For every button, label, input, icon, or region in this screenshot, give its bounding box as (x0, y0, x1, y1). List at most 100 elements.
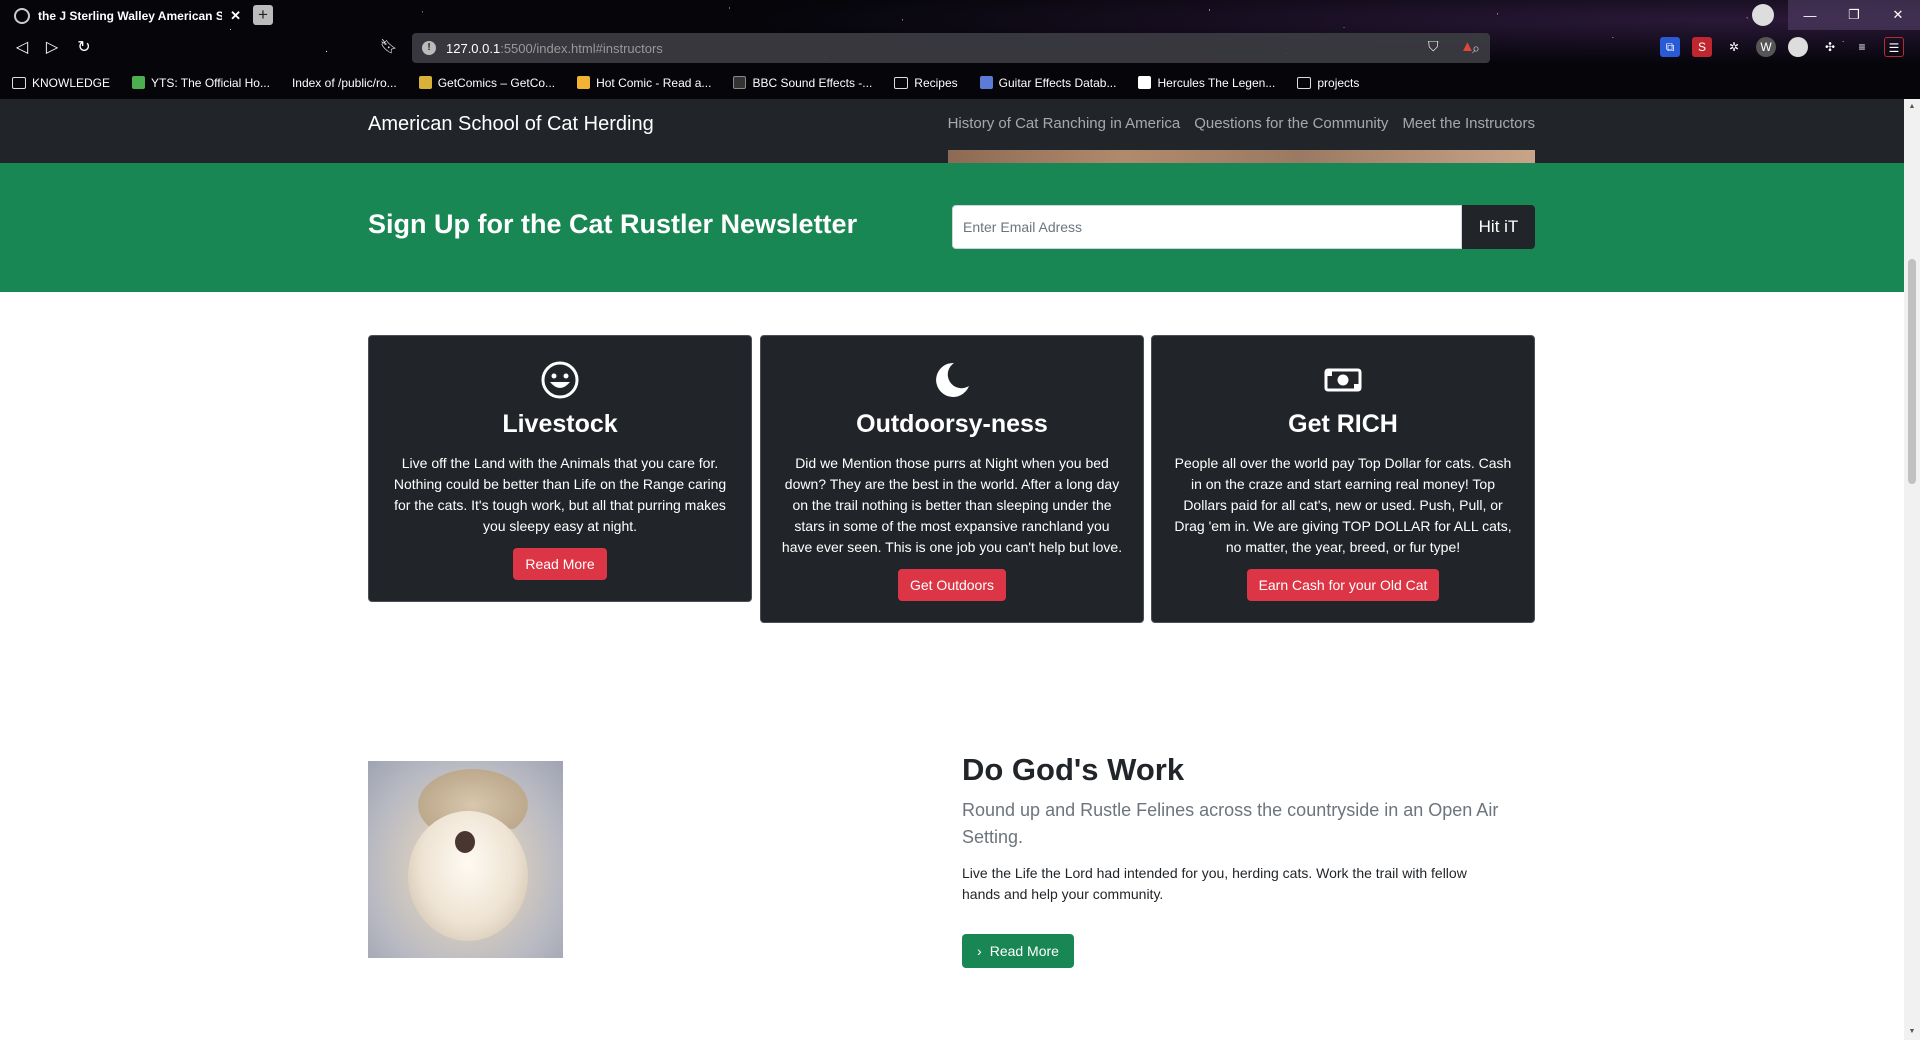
bookmark-page-icon[interactable]: 🔖︎ (380, 38, 398, 56)
cowboy-cat-image (368, 761, 563, 958)
new-tab-button[interactable]: + (253, 5, 273, 25)
card-text: Did we Mention those purrs at Night when… (781, 455, 1123, 555)
bookmark-item[interactable]: YTS: The Official Ho... (132, 76, 270, 90)
bookmark-label: YTS: The Official Ho... (151, 75, 270, 90)
favicon-icon (979, 76, 993, 89)
card-title: Outdoorsy-ness (856, 410, 1048, 438)
nav-link-instructors[interactable]: Meet the Instructors (1402, 115, 1535, 132)
bookmark-label: projects (1317, 75, 1360, 90)
browser-chrome: the J Sterling Walley American Sc ✕ + — … (0, 0, 1920, 99)
favicon-icon (733, 76, 747, 89)
tab-strip: the J Sterling Walley American Sc ✕ + — … (0, 0, 1920, 30)
extensions-row: ⧉ S ✲ W ✣ ≡ ☰ (1660, 37, 1904, 57)
cash-icon (1324, 368, 1362, 392)
newsletter-submit-button[interactable]: Hit iT (1462, 205, 1535, 249)
bookmark-label: Hercules The Legen... (1157, 75, 1276, 90)
feature-text: Live the Life the Lord had intended for … (962, 865, 1467, 902)
site-navbar: American School of Cat Herding History o… (0, 99, 1904, 163)
reload-icon[interactable]: ↻ (72, 36, 96, 60)
page-scrollbar[interactable]: ▲ ▼ (1904, 99, 1920, 1040)
card-title: Livestock (502, 410, 618, 438)
bookmark-item[interactable]: KNOWLEDGE (12, 76, 110, 90)
bookmark-item[interactable]: BBC Sound Effects -... (733, 76, 872, 90)
maximize-button[interactable]: ❐ (1832, 0, 1876, 30)
site-brand[interactable]: American School of Cat Herding (368, 113, 654, 136)
feature-cards: Livestock Live off the Land with the Ani… (368, 335, 1535, 625)
browser-tab-active[interactable]: the J Sterling Walley American Sc ✕ (6, 3, 249, 29)
window-controls: — ❐ ✕ (1752, 0, 1920, 30)
card-livestock: Livestock Live off the Land with the Ani… (368, 335, 752, 602)
cat-face (408, 811, 528, 941)
url-host: 127.0.0.1 (446, 40, 501, 56)
bookmark-item[interactable]: projects (1297, 76, 1359, 90)
close-tab-icon[interactable]: ✕ (230, 8, 241, 24)
tab-title: the J Sterling Walley American Sc (38, 9, 223, 23)
address-bar[interactable]: ! 127.0.0.1 :5500/index.html#instructors… (412, 33, 1490, 63)
profile-icon[interactable] (1752, 4, 1774, 26)
extension-icon[interactable]: S (1692, 37, 1712, 57)
bookmark-item[interactable]: GetComics – GetCo... (418, 75, 556, 90)
folder-icon (12, 76, 26, 89)
cat-mouth (455, 831, 475, 853)
earn-cash-button[interactable]: Earn Cash for your Old Cat (1246, 569, 1440, 601)
favicon-icon (418, 76, 432, 89)
newsletter-title: Sign Up for the Cat Rustler Newsletter (368, 209, 858, 239)
forward-icon[interactable]: ▷ (40, 36, 64, 60)
extension-icon[interactable]: W (1756, 37, 1776, 57)
bookmark-item[interactable]: Recipes (894, 75, 958, 90)
read-more-button[interactable]: Read More (513, 548, 607, 580)
minimize-button[interactable]: — (1788, 0, 1832, 30)
page-viewport: American School of Cat Herding History o… (0, 99, 1904, 1040)
feature-lead: Round up and Rustle Felines across the c… (962, 800, 1499, 847)
bookmark-item[interactable]: Hot Comic - Read a... (577, 76, 711, 90)
puzzle-icon[interactable]: ✣ (1820, 37, 1840, 57)
nav-link-questions[interactable]: Questions for the Community (1194, 115, 1388, 132)
moon-icon (936, 362, 969, 397)
extension-icon[interactable]: ✲ (1724, 37, 1744, 57)
bookmark-label: Hot Comic - Read a... (596, 75, 712, 90)
email-input[interactable] (952, 205, 1462, 249)
browser-toolbar: ◁ ▷ ↻ 🔖︎ ! 127.0.0.1 :5500/index.html#in… (0, 30, 1920, 66)
extension-icon[interactable] (1788, 37, 1808, 57)
scroll-up-icon[interactable]: ▲ (1908, 103, 1916, 111)
brave-rewards-icon[interactable]: ▲ (1460, 38, 1480, 58)
chevron-right-icon: › (977, 943, 982, 959)
close-window-button[interactable]: ✕ (1876, 0, 1920, 30)
bookmark-label: Index of /public/ro... (291, 75, 397, 90)
favicon-icon (132, 76, 146, 89)
card-text: People all over the world pay Top Dollar… (1174, 455, 1512, 555)
bookmark-item[interactable]: Guitar Effects Datab... (979, 75, 1117, 90)
nav-link-history[interactable]: History of Cat Ranching in America (948, 115, 1181, 132)
get-outdoors-button[interactable]: Get Outdoors (897, 569, 1007, 601)
hero-image-peek (948, 150, 1535, 163)
newsletter-section: Sign Up for the Cat Rustler Newsletter H… (0, 163, 1904, 292)
feature-read-more-button[interactable]: › Read More (962, 934, 1074, 968)
scroll-down-icon[interactable]: ▼ (1908, 1028, 1916, 1036)
card-title: Get RICH (1288, 410, 1398, 438)
folder-icon (894, 76, 909, 89)
card-outdoorsy: Outdoorsy-ness Did we Mention those purr… (760, 335, 1144, 623)
menu-icon[interactable]: ☰ (1884, 37, 1904, 57)
back-icon[interactable]: ◁ (10, 36, 34, 60)
card-text: Live off the Land with the Animals that … (393, 455, 727, 534)
emoji-laughing-icon (541, 361, 579, 399)
scrollbar-thumb[interactable] (1908, 259, 1916, 484)
brave-shield-icon[interactable]: ⛉ (1428, 38, 1446, 58)
bookmark-label: GetComics – GetCo... (437, 75, 556, 90)
extension-icon[interactable]: ⧉ (1660, 37, 1680, 57)
url-path: :5500/index.html#instructors (500, 40, 663, 56)
nav-links: History of Cat Ranching in America Quest… (948, 115, 1535, 132)
bookmark-label: Recipes (914, 75, 958, 90)
playlist-icon[interactable]: ≡ (1852, 37, 1872, 57)
favicon-icon (577, 76, 591, 89)
bookmarks-bar: KNOWLEDGE YTS: The Official Ho... Index … (0, 66, 1920, 99)
bookmark-item[interactable]: Hercules The Legen... (1138, 76, 1275, 90)
site-info-icon[interactable]: ! (422, 41, 436, 55)
favicon-icon (1138, 76, 1152, 89)
card-get-rich: Get RICH People all over the world pay T… (1151, 335, 1535, 623)
bookmark-label: BBC Sound Effects -... (752, 75, 873, 90)
bookmark-item[interactable]: Index of /public/ro... (292, 76, 397, 90)
bookmark-label: Guitar Effects Datab... (998, 75, 1117, 90)
folder-icon (1297, 76, 1312, 89)
bookmark-label: KNOWLEDGE (32, 75, 111, 90)
